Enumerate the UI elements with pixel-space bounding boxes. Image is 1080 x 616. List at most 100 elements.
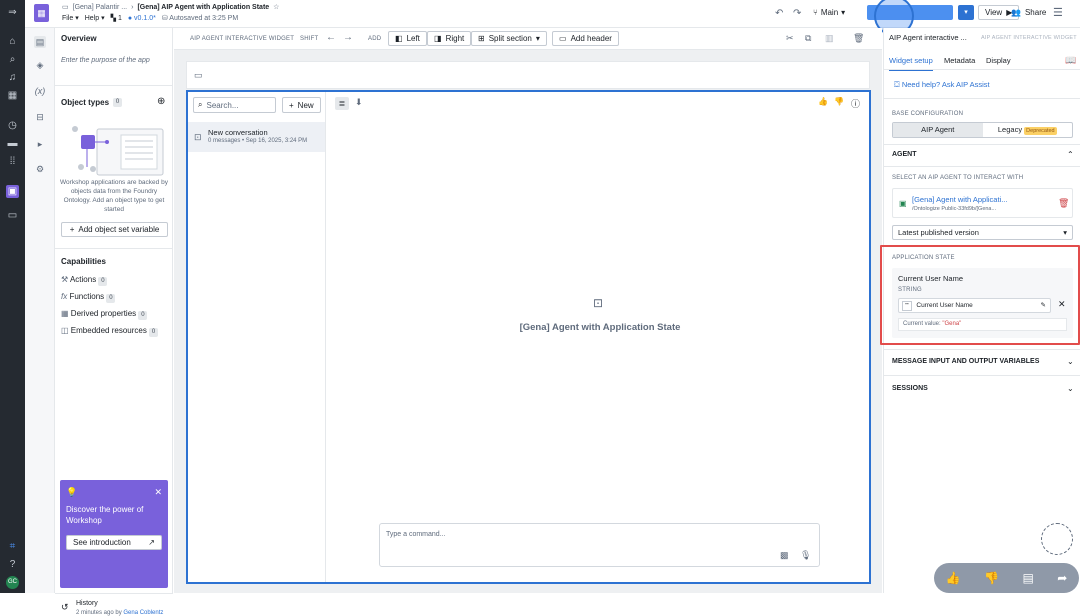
purpose-input[interactable]: Enter the purpose of the app — [61, 57, 150, 64]
add-left-button[interactable]: ◧ Left — [388, 31, 427, 46]
settings-icon[interactable]: ⚙ — [34, 163, 46, 175]
notifications-icon[interactable]: ♫ — [6, 71, 19, 84]
edit-pencil-icon[interactable]: ✎ — [1041, 299, 1046, 312]
home-icon[interactable]: ⌂ — [6, 35, 19, 48]
thumbs-up-icon[interactable]: 👍 — [818, 97, 828, 106]
branch-selector[interactable]: ⑂ Main ▾ — [813, 8, 845, 17]
add-right-button[interactable]: ◨ Right — [427, 31, 472, 46]
file-menu[interactable]: File ▾ — [62, 14, 79, 22]
capability-embedded-resources[interactable]: ◫ Embedded resources 0 — [61, 326, 159, 337]
share-button[interactable]: 👥 Share — [1011, 8, 1046, 17]
download-icon[interactable]: ⬇ — [355, 97, 363, 108]
section-icon: ▭ — [194, 70, 203, 80]
folder-icon[interactable]: ▬ — [6, 137, 19, 150]
info-icon[interactable]: ⓘ — [851, 97, 860, 110]
agent-section-title[interactable]: AGENT — [892, 151, 917, 158]
loading-spinner-icon — [1041, 523, 1073, 555]
plus-icon: + — [69, 225, 75, 234]
avatar[interactable]: GC — [6, 576, 19, 589]
help-icon[interactable]: ? — [6, 558, 19, 571]
config-header-title: AIP Agent interactive ... — [889, 33, 967, 42]
paste-icon[interactable]: ▥ — [825, 33, 834, 44]
cut-icon[interactable]: ✂ — [786, 33, 794, 44]
arrow-right-icon[interactable]: → — [343, 32, 353, 43]
chevron-down-icon[interactable]: ⌄ — [1067, 357, 1074, 366]
overview-tool-icon[interactable]: ▤ — [34, 36, 46, 48]
files-icon[interactable]: ▭ — [6, 209, 19, 222]
apps-icon[interactable]: ▦ — [6, 89, 19, 102]
aip-assist-link[interactable]: ⛋ Need help? Ask AIP Assist — [894, 80, 990, 90]
close-icon[interactable]: ✕ — [154, 487, 162, 498]
delete-icon[interactable]: 🗑 — [853, 33, 864, 44]
sections-icon[interactable]: ▸ — [34, 138, 46, 150]
segment-aip-agent[interactable]: AIP Agent — [893, 123, 983, 137]
see-introduction-button[interactable]: See introduction ↗ — [66, 535, 162, 550]
help-menu[interactable]: Help ▾ — [85, 14, 105, 22]
chevron-down-icon[interactable]: ⌄ — [1067, 384, 1074, 393]
workspace-icon[interactable]: ⌗ — [6, 540, 19, 553]
string-type-icon: "" — [902, 301, 912, 311]
chevron-up-icon[interactable]: ⌃ — [1067, 150, 1074, 159]
workshop-icon[interactable]: ▣ — [6, 185, 19, 198]
add-object-type-icon[interactable]: ⊕ — [157, 96, 165, 107]
add-header-button[interactable]: ▭ Add header — [552, 31, 619, 46]
current-value-box: Current value: "Gena" — [898, 318, 1067, 331]
undo-icon[interactable]: ↶ — [775, 8, 783, 19]
version-badge[interactable]: ● v0.1.0* — [128, 15, 156, 22]
search-input[interactable]: ⌕ Search... — [193, 97, 276, 113]
add-object-set-variable-button[interactable]: + Add object set variable — [61, 222, 168, 237]
variables-icon[interactable]: (x) — [34, 85, 46, 97]
capability-derived-properties[interactable]: ▦ Derived properties 0 — [61, 309, 148, 320]
layers-icon[interactable]: ◈ — [34, 59, 46, 71]
capability-functions[interactable]: fx Functions 0 — [61, 292, 116, 303]
tab-display[interactable]: Display — [986, 56, 1011, 65]
breadcrumb: ▭ [Gena] Palantir ... › [Gena] AIP Agent… — [62, 3, 279, 12]
conversation-item[interactable]: ⊡ New conversation 0 messages • Sep 16, … — [188, 122, 325, 152]
microphone-icon[interactable]: 🎙 — [800, 550, 811, 561]
expand-icon[interactable]: ⇒ — [6, 6, 19, 19]
search-icon[interactable]: ⌕ — [6, 53, 19, 66]
recent-icon[interactable]: ◷ — [6, 119, 19, 132]
list-view-icon[interactable]: ≣ — [335, 97, 349, 110]
folder-crumb-icon: ▭ — [62, 4, 69, 11]
agent-name: [Gena] Agent with Application State — [519, 322, 681, 333]
tab-metadata[interactable]: Metadata — [944, 56, 975, 65]
page-title[interactable]: [Gena] AIP Agent with Application State — [137, 4, 269, 11]
search-icon: ⌕ — [198, 100, 203, 109]
sessions-section[interactable]: SESSIONS — [892, 385, 928, 392]
aip-agent-widget[interactable]: ⌕ Search... + New ⊡ New conversation 0 mes… — [186, 90, 871, 584]
trash-icon[interactable]: 🗑 — [1058, 198, 1069, 209]
remove-variable-icon[interactable]: ✕ — [1058, 299, 1066, 310]
grid-icon[interactable]: ⁞⁞ — [6, 155, 19, 168]
version-select[interactable]: Latest published version ▾ — [892, 225, 1073, 240]
agent-selector[interactable]: ▣ [Gena] Agent with Applicati... /Ontolo… — [892, 188, 1073, 218]
breadcrumb-parent[interactable]: [Gena] Palantir ... — [73, 4, 127, 11]
command-input[interactable]: Type a command... ▩ 🎙 — [379, 523, 820, 567]
message-vars-section[interactable]: MESSAGE INPUT AND OUTPUT VARIABLES — [892, 358, 1039, 365]
thumbs-down-icon[interactable]: 👎 — [834, 97, 844, 106]
split-section-button[interactable]: ⊞ Split section ▾ — [471, 31, 547, 46]
arrow-left-icon[interactable]: ← — [326, 32, 336, 43]
thumbs-down-icon[interactable]: 👎 — [984, 571, 999, 585]
segment-legacy[interactable]: Legacy Deprecated — [983, 123, 1073, 137]
history-title[interactable]: History — [76, 600, 98, 607]
copy-icon[interactable]: ⧉ — [805, 33, 811, 44]
publish-options-button[interactable]: ▾ — [958, 5, 974, 20]
new-conversation-button[interactable]: + New — [282, 97, 321, 113]
pages-indicator[interactable]: ▚ 1 — [111, 14, 122, 22]
star-icon[interactable]: ☆ — [273, 3, 279, 11]
variable-chip[interactable]: "" Current User Name ✎ — [898, 298, 1051, 313]
layout-icon[interactable]: ⊟ — [34, 111, 46, 123]
header-section[interactable]: ▭ — [186, 61, 870, 89]
redo-icon[interactable]: ↷ — [793, 8, 801, 19]
object-types-header: Object types 0 — [61, 98, 123, 107]
thumbs-up-icon[interactable]: 👍 — [946, 571, 961, 585]
comment-icon[interactable]: ▤ — [1022, 571, 1033, 585]
share-arrow-icon[interactable]: ➦ — [1057, 571, 1067, 585]
docs-book-icon[interactable]: 📖 — [1065, 55, 1076, 66]
capability-actions[interactable]: ⚒ Actions 0 — [61, 275, 108, 286]
chevron-down-icon: ▾ — [535, 34, 540, 43]
list-menu-icon[interactable]: ☰ — [1053, 6, 1063, 19]
image-icon[interactable]: ▩ — [780, 550, 789, 561]
promo-title: Discover the power of Workshop — [66, 505, 144, 525]
